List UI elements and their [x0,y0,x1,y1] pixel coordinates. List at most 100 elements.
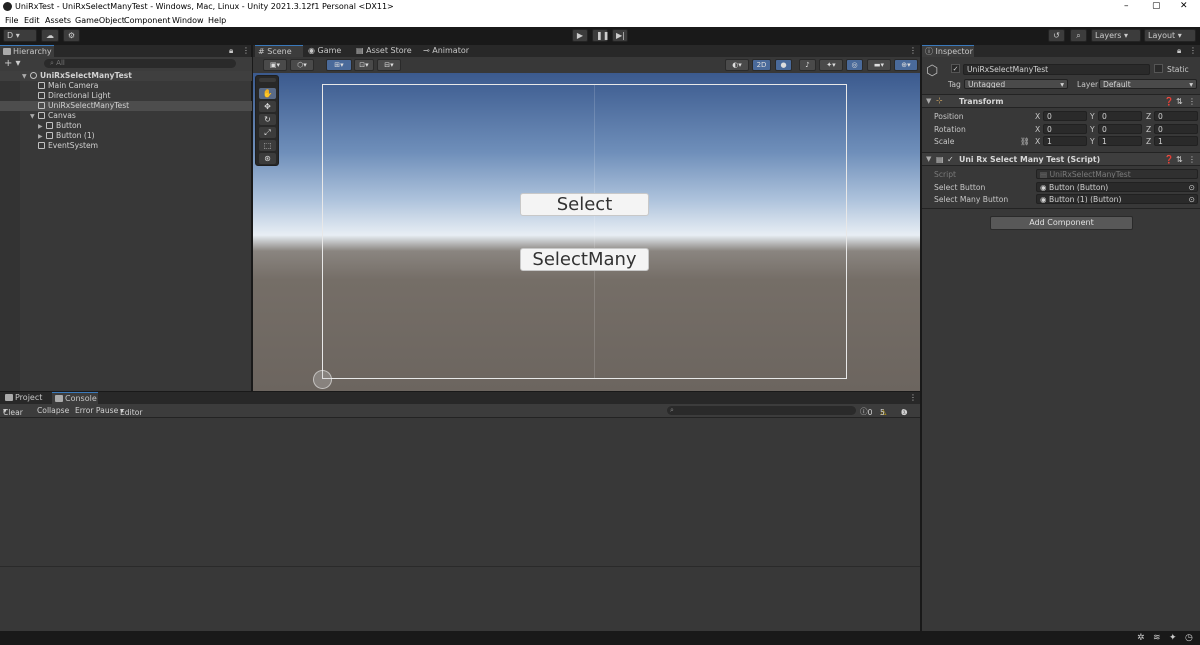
kebab-menu-icon[interactable]: ⋮ [1186,45,1200,57]
position-y-field[interactable]: 0 [1098,111,1142,121]
layers-dropdown[interactable]: Layers ▾ [1091,29,1141,42]
static-checkbox[interactable] [1154,64,1163,73]
scale-y-field[interactable]: 1 [1098,136,1142,146]
rotation-z-field[interactable]: 0 [1154,124,1198,134]
shading-dropdown[interactable]: ⬡▾ [290,59,314,71]
bug-icon[interactable]: ✲ [1137,633,1145,643]
kebab-menu-icon[interactable]: ⋮ [1188,155,1196,164]
close-icon[interactable]: ✕ [1180,1,1188,11]
lock-icon[interactable]: 🔒︎ [1174,45,1184,57]
minimize-icon[interactable]: – [1124,1,1129,11]
select-button-field[interactable]: ◉ Button (Button) ⊙ [1036,182,1198,192]
layout-dropdown[interactable]: Layout ▾ [1144,29,1196,42]
menu-assets[interactable]: Assets [45,16,71,25]
hierarchy-item-button[interactable]: ▶ Button [0,121,252,131]
pause-button[interactable]: ❚❚ [592,29,609,42]
tab-inspector[interactable]: ⓘ Inspector [922,45,974,57]
kebab-menu-icon[interactable]: ⋮ [239,45,253,57]
grid-snap-dropdown[interactable]: ⊡▾ [354,59,374,71]
hierarchy-item-directional-light[interactable]: Directional Light [0,91,252,101]
mode-2d-toggle[interactable]: 2D [752,59,771,71]
tab-game[interactable]: ◉ Game [305,45,344,57]
settings-icon[interactable]: ⇅ [1176,155,1183,164]
scale-x-field[interactable]: 1 [1043,136,1087,146]
hierarchy-item-main-camera[interactable]: Main Camera [0,81,252,91]
active-checkbox[interactable]: ✓ [951,64,960,73]
settings-icon[interactable]: ⇅ [1176,97,1183,106]
menu-gameobject[interactable]: GameObject [75,16,125,25]
menu-help[interactable]: Help [208,16,226,25]
menu-component[interactable]: Component [124,16,170,25]
light-icon[interactable]: ● [775,59,792,71]
object-picker-icon[interactable]: ⊙ [1189,183,1195,191]
transform-tool-icon[interactable]: ⊛ [259,153,276,164]
render-dropdown[interactable]: ◐▾ [725,59,749,71]
console-log-area[interactable] [0,418,920,631]
progress-icon[interactable]: ◷ [1185,633,1193,643]
add-object-button[interactable]: + ▾ [4,58,21,69]
increment-snap-dropdown[interactable]: ⊟▾ [377,59,401,71]
audio-icon[interactable]: ♪ [799,59,816,71]
hierarchy-item-canvas[interactable]: ▼ Canvas [0,111,252,121]
tool-palette-handle[interactable] [259,78,276,82]
draw-mode-dropdown[interactable]: ▣▾ [263,59,287,71]
scale-tool-icon[interactable]: ⤢ [259,127,276,138]
object-name-field[interactable]: UniRxSelectManyTest [963,64,1150,75]
orientation-gizmo-icon[interactable] [313,370,332,389]
visibility-icon[interactable]: ◎ [846,59,863,71]
tab-project[interactable]: Project [2,392,45,404]
select-button[interactable]: Select [520,193,649,216]
rotation-x-field[interactable]: 0 [1043,124,1087,134]
error-pause-toggle[interactable]: Error Pause [75,406,118,415]
script-component-header[interactable]: ▼ ▤ ✓ Uni Rx Select Many Test (Script) ❓… [922,152,1200,166]
rect-tool-icon[interactable]: ⬚ [259,140,276,151]
add-component-button[interactable]: Add Component [990,216,1133,230]
clear-button[interactable]: Clear ▾ [3,406,23,417]
help-icon[interactable]: ❓ [1164,97,1174,106]
tab-console[interactable]: Console [52,392,98,404]
history-icon[interactable]: ↺ [1048,29,1065,42]
maximize-icon[interactable]: ▢ [1152,1,1161,11]
rotation-y-field[interactable]: 0 [1098,124,1142,134]
tab-hierarchy[interactable]: Hierarchy [0,45,54,57]
foldout-arrow-icon[interactable]: ▼ [926,155,931,163]
hierarchy-item-unirxselectmanytest[interactable]: UniRxSelectManyTest [0,101,252,111]
snap-dropdown[interactable]: ⊞▾ [326,59,352,71]
move-tool-icon[interactable]: ✥ [259,101,276,112]
tab-scene[interactable]: # Scene [255,45,303,57]
rotate-tool-icon[interactable]: ↻ [259,114,276,125]
foldout-arrow-icon[interactable]: ▼ [926,97,931,105]
play-button[interactable]: ▶ [572,29,588,42]
position-z-field[interactable]: 0 [1154,111,1198,121]
fx-dropdown[interactable]: ✦▾ [819,59,843,71]
selectmany-button[interactable]: SelectMany [520,248,649,271]
editor-dropdown[interactable]: Editor ▾ [120,406,142,417]
select-many-button-field[interactable]: ◉ Button (1) (Button) ⊙ [1036,194,1198,204]
notification-icon[interactable]: ✦ [1169,633,1177,643]
hierarchy-search-input[interactable]: ⌕ All [44,59,236,68]
help-icon[interactable]: ❓ [1164,155,1174,164]
enabled-checkbox[interactable]: ✓ [947,155,954,164]
scene-viewport[interactable]: ✋ ✥ ↻ ⤢ ⬚ ⊛ Select SelectMany [253,73,920,391]
link-icon[interactable]: ⛓ [1020,137,1030,146]
scale-z-field[interactable]: 1 [1154,136,1198,146]
account-dropdown[interactable]: D ▾ [3,29,37,42]
scene-root-row[interactable]: ▼ UniRxSelectManyTest [0,71,252,81]
hierarchy-item-eventsystem[interactable]: EventSystem [0,141,252,151]
hand-tool-icon[interactable]: ✋ [259,88,276,99]
menu-file[interactable]: File [5,16,18,25]
kebab-menu-icon[interactable]: ⋮ [1188,97,1196,106]
step-button[interactable]: ▶| [612,29,628,42]
cache-icon[interactable]: ≋ [1153,633,1161,643]
log-count-toggle[interactable]: ⓘ 0 [860,406,872,417]
object-picker-icon[interactable]: ⊙ [1189,195,1195,203]
menu-edit[interactable]: Edit [24,16,40,25]
cloud-icon[interactable]: ☁ [41,29,59,42]
kebab-menu-icon[interactable]: ⋮ [906,392,920,404]
search-icon[interactable]: ⌕ [1070,29,1087,42]
collapse-toggle[interactable]: Collapse [37,406,69,415]
menu-window[interactable]: Window [172,16,204,25]
kebab-menu-icon[interactable]: ⋮ [906,45,920,57]
hierarchy-item-button-1[interactable]: ▶ Button (1) [0,131,252,141]
camera-dropdown[interactable]: ▬▾ [867,59,891,71]
